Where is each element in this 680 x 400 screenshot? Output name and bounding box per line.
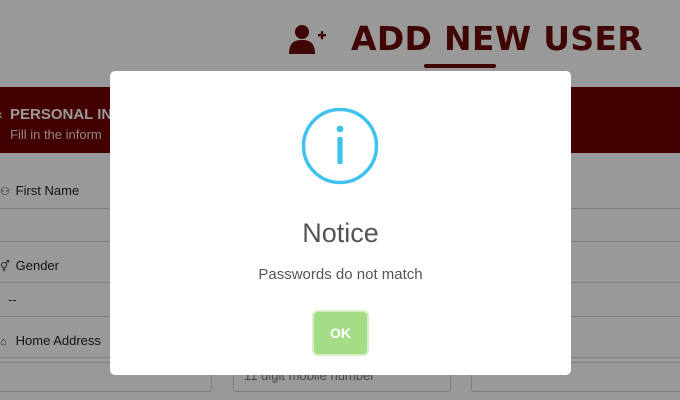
notice-dialog: Notice Passwords do not match OK	[110, 71, 571, 375]
dialog-title: Notice	[302, 218, 379, 248]
ok-button[interactable]: OK	[314, 312, 367, 354]
dialog-message: Passwords do not match	[258, 266, 423, 283]
add-user-page: ADD NEW USER ‹ PERSONAL IN Fill in the i…	[0, 0, 680, 400]
info-icon	[301, 107, 379, 185]
